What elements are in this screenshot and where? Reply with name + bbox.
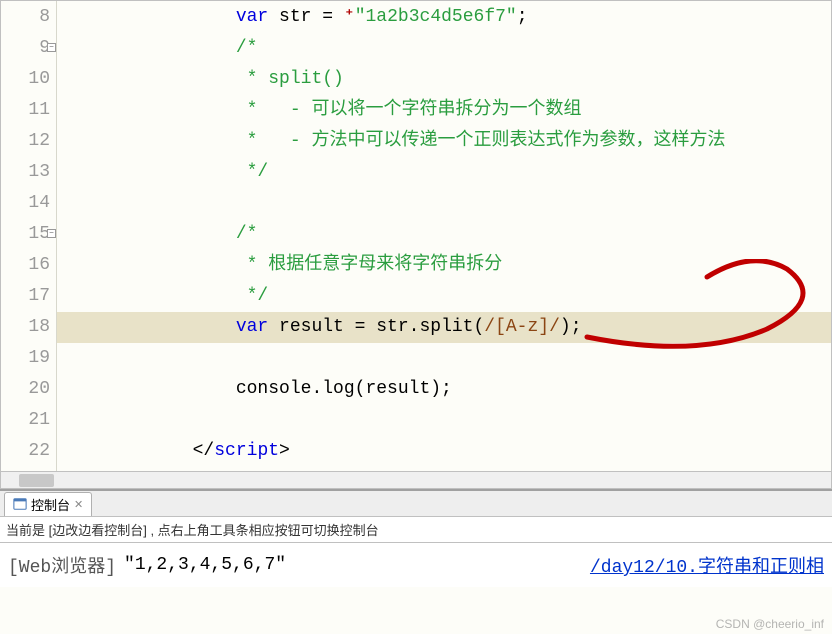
line-number: 22	[1, 436, 50, 467]
code-line: * 根据任意字母来将字符串拆分	[57, 250, 831, 281]
watermark-text: CSDN @cheerio_inf	[716, 617, 824, 631]
line-number: 20	[1, 374, 50, 405]
tab-close-icon[interactable]: ✕	[74, 498, 83, 511]
console-logged-value: "1,2,3,4,5,6,7"	[124, 555, 286, 575]
console-status-text: 当前是 [边改边看控制台] , 点右上角工具条相应按钮可切换控制台	[0, 517, 832, 543]
code-line: console.log(result);	[57, 374, 831, 405]
horizontal-scrollbar[interactable]	[0, 472, 832, 489]
tab-label: 控制台	[31, 495, 70, 514]
line-number: 9−	[1, 33, 50, 64]
code-line: * - 方法中可以传递一个正则表达式作为参数，这样方法	[57, 126, 831, 157]
line-number: 16	[1, 250, 50, 281]
panel-tab-bar: 控制台 ✕	[0, 491, 832, 517]
console-icon	[13, 497, 27, 511]
code-line	[57, 405, 831, 436]
fold-toggle-icon[interactable]: −	[47, 229, 56, 238]
code-line: var str = ⁺"1a2b3c4d5e6f7";	[57, 2, 831, 33]
console-output-row: [Web浏览器] "1,2,3,4,5,6,7" /day12/10.字符串和正…	[0, 543, 832, 587]
code-line: */	[57, 281, 831, 312]
code-line	[57, 188, 831, 219]
caret-icon: ⁺	[344, 7, 355, 27]
line-number: 19	[1, 343, 50, 374]
code-line	[57, 343, 831, 374]
line-number: 8	[1, 2, 50, 33]
code-editor: 8 9− 10 11 12 13 14 15− 16 17 18 19 20 2…	[0, 0, 832, 472]
line-number: 21	[1, 405, 50, 436]
code-line: /*	[57, 33, 831, 64]
line-number: 12	[1, 126, 50, 157]
line-gutter: 8 9− 10 11 12 13 14 15− 16 17 18 19 20 2…	[1, 1, 57, 471]
line-number: 13	[1, 157, 50, 188]
code-content[interactable]: var str = ⁺"1a2b3c4d5e6f7"; /* * split()…	[57, 1, 831, 471]
scrollbar-thumb[interactable]	[19, 474, 54, 487]
code-line: */	[57, 157, 831, 188]
line-number: 10	[1, 64, 50, 95]
console-tab[interactable]: 控制台 ✕	[4, 492, 92, 516]
line-number: 15−	[1, 219, 50, 250]
console-source-link[interactable]: /day12/10.字符串和正则相	[590, 552, 824, 578]
code-line: /*	[57, 219, 831, 250]
code-line-highlighted: var result = str.split(/[A-z]/);	[57, 312, 831, 343]
code-line: </script>	[57, 436, 831, 467]
fold-toggle-icon[interactable]: −	[47, 43, 56, 52]
line-number: 18	[1, 312, 50, 343]
line-number: 17	[1, 281, 50, 312]
line-number: 14	[1, 188, 50, 219]
code-line: * - 可以将一个字符串拆分为一个数组	[57, 95, 831, 126]
line-number: 11	[1, 95, 50, 126]
code-line: * split()	[57, 64, 831, 95]
console-panel: 控制台 ✕ 当前是 [边改边看控制台] , 点右上角工具条相应按钮可切换控制台 …	[0, 489, 832, 587]
console-source: [Web浏览器]	[8, 552, 116, 578]
